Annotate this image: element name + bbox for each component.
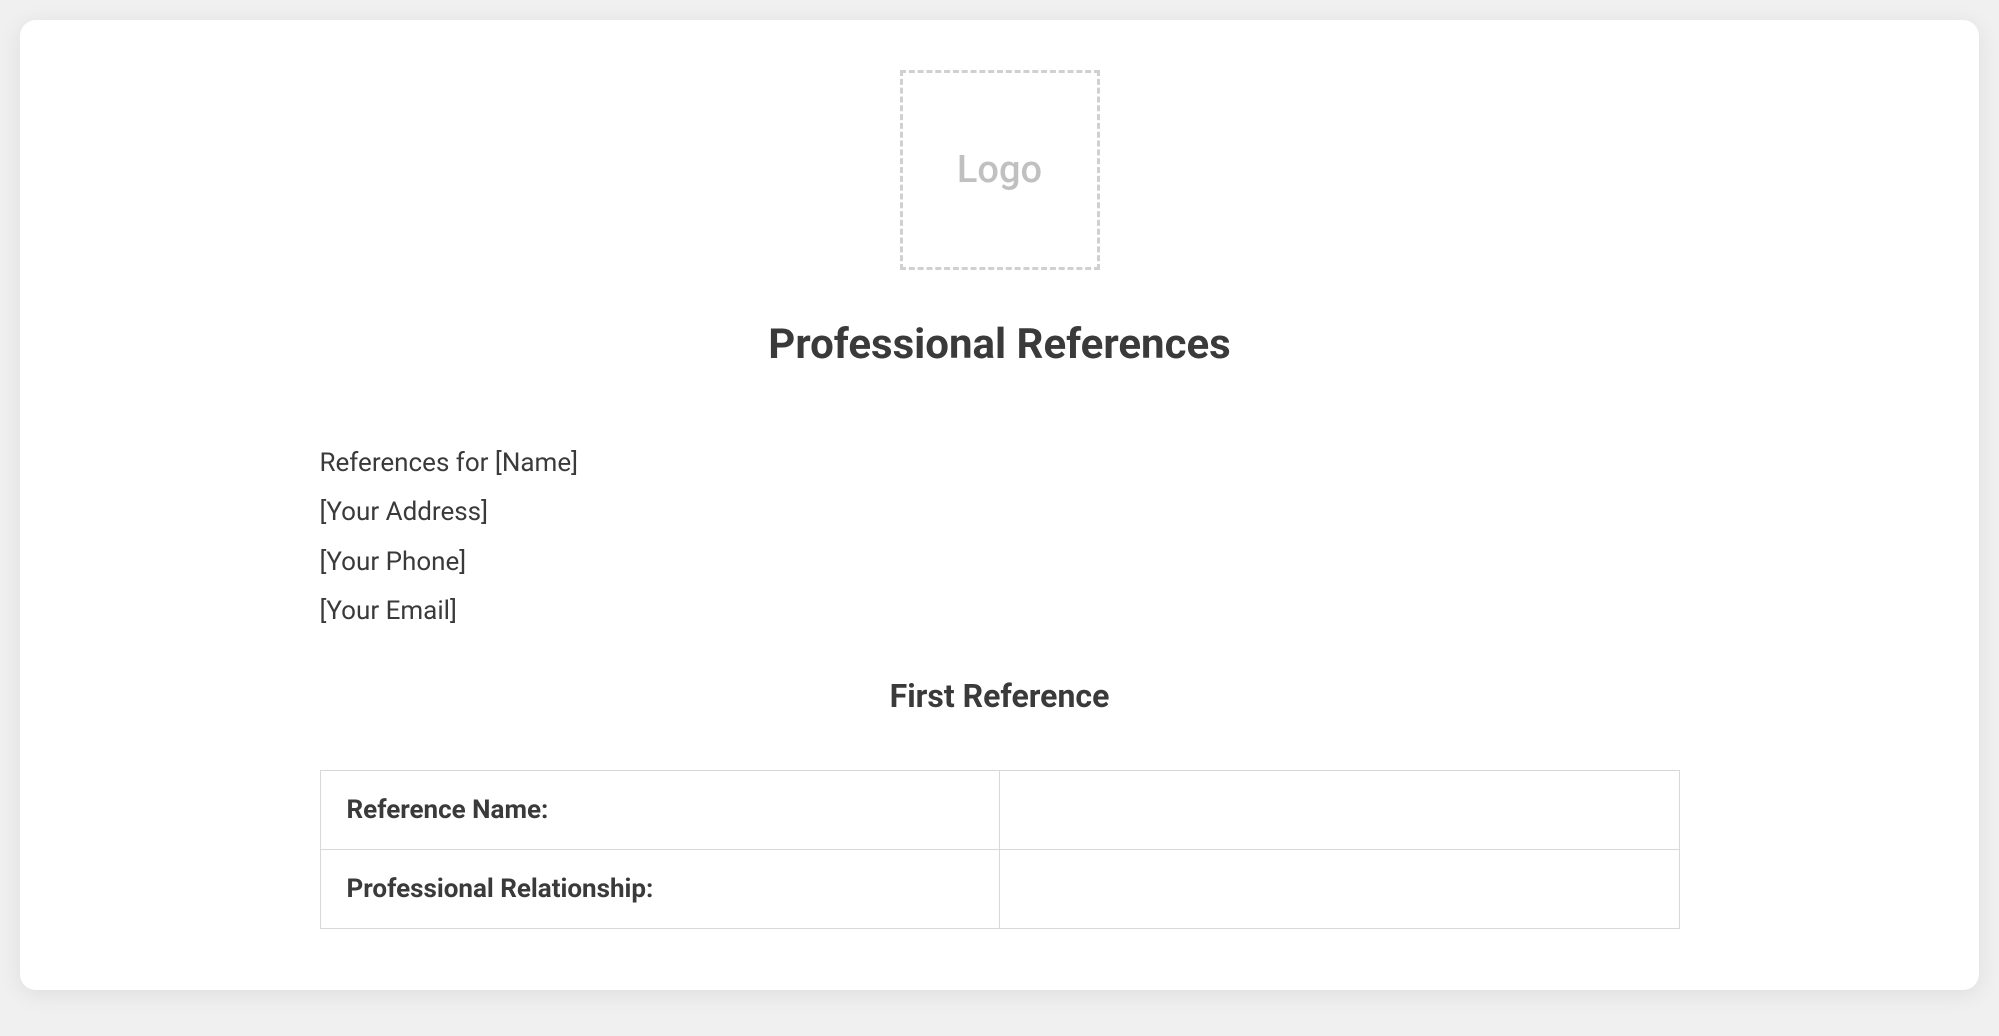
address-line: [Your Address] <box>320 488 1680 537</box>
first-reference-heading: First Reference <box>320 677 1680 715</box>
professional-relationship-value[interactable] <box>1000 849 1680 928</box>
table-row: Reference Name: <box>320 770 1679 849</box>
professional-relationship-label: Professional Relationship: <box>320 849 1000 928</box>
applicant-info: References for [Name] [Your Address] [Yo… <box>320 439 1680 637</box>
document-page: Logo Professional References References … <box>240 40 1760 929</box>
reference-name-label: Reference Name: <box>320 770 1000 849</box>
reference-name-value[interactable] <box>1000 770 1680 849</box>
table-row: Professional Relationship: <box>320 849 1679 928</box>
references-for-line: References for [Name] <box>320 439 1680 488</box>
reference-table: Reference Name: Professional Relationshi… <box>320 770 1680 929</box>
document-title: Professional References <box>320 320 1680 369</box>
document-container: Logo Professional References References … <box>20 20 1979 990</box>
logo-placeholder-text: Logo <box>957 148 1042 192</box>
phone-line: [Your Phone] <box>320 538 1680 587</box>
email-line: [Your Email] <box>320 587 1680 636</box>
logo-placeholder[interactable]: Logo <box>900 70 1100 270</box>
